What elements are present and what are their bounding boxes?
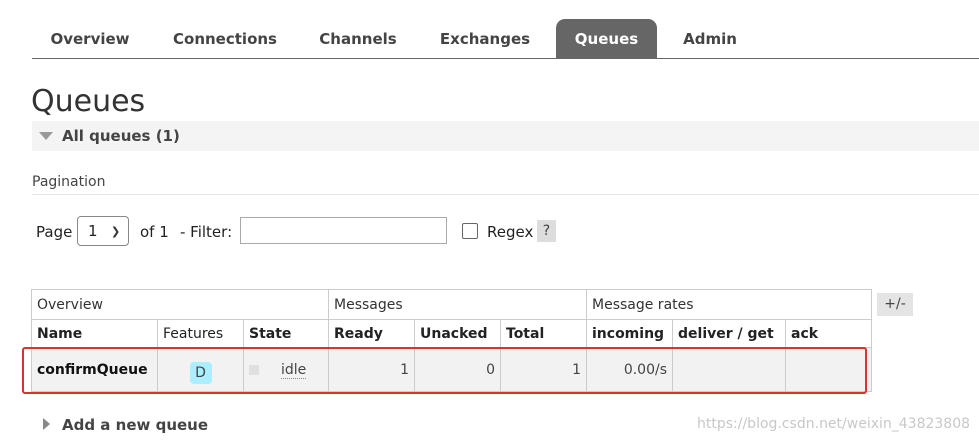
page-count-label: of 1 <box>140 223 169 241</box>
column-header-incoming[interactable]: incoming <box>586 319 673 348</box>
table-row[interactable]: confirmQueue D idle 1 0 1 0.00/s <box>31 347 872 392</box>
all-queues-section-header[interactable]: All queues (1) <box>32 121 979 151</box>
toggle-columns-button[interactable]: +/- <box>877 293 913 316</box>
regex-label: Regex <box>487 223 534 241</box>
column-header-deliver-get[interactable]: deliver / get <box>672 319 786 348</box>
filter-label: - Filter: <box>180 223 233 241</box>
filter-input[interactable] <box>240 217 447 244</box>
column-header-ack[interactable]: ack <box>785 319 872 348</box>
main-nav-tabs: Overview Connections Channels Exchanges … <box>32 19 979 59</box>
page-select-value: 1 <box>88 222 98 240</box>
queues-table: Overview Messages Message rates Name Fea… <box>31 289 872 392</box>
all-queues-label: All queues (1) <box>62 127 180 145</box>
regex-checkbox[interactable] <box>462 223 478 239</box>
ready-value: 1 <box>328 347 415 392</box>
state-cell: idle <box>243 347 329 392</box>
tab-connections[interactable]: Connections <box>156 19 294 58</box>
add-queue-label: Add a new queue <box>62 416 209 434</box>
page-label: Page <box>36 223 73 241</box>
ack-rate-value <box>785 347 872 392</box>
durable-feature-badge: D <box>189 361 212 384</box>
column-group-message-rates: Message rates <box>586 289 872 320</box>
deliver-get-rate-value <box>672 347 786 392</box>
queue-name-link[interactable]: confirmQueue <box>31 347 158 392</box>
column-group-messages: Messages <box>328 289 587 320</box>
column-group-overview: Overview <box>31 289 329 320</box>
expand-triangle-icon[interactable] <box>43 418 50 430</box>
unacked-value: 0 <box>414 347 501 392</box>
state-value: idle <box>281 361 307 379</box>
column-header-state[interactable]: State <box>243 319 329 348</box>
pagination-divider <box>32 194 979 195</box>
column-header-name[interactable]: Name <box>31 319 158 348</box>
watermark: https://blog.csdn.net/weixin_43823808 <box>697 416 971 432</box>
page-title: Queues <box>31 84 146 119</box>
tab-exchanges[interactable]: Exchanges <box>422 19 548 58</box>
total-value: 1 <box>500 347 587 392</box>
chevron-down-icon: ❯ <box>111 225 121 238</box>
column-header-features: Features <box>157 319 244 348</box>
page-select[interactable]: 1 ❯ <box>77 216 129 246</box>
features-cell: D <box>157 347 244 392</box>
incoming-rate-value: 0.00/s <box>586 347 673 392</box>
regex-help-button[interactable]: ? <box>537 220 556 242</box>
tab-queues[interactable]: Queues <box>556 19 657 58</box>
pagination-heading: Pagination <box>32 174 106 190</box>
column-header-ready[interactable]: Ready <box>328 319 415 348</box>
state-indicator-icon <box>249 364 259 375</box>
tab-channels[interactable]: Channels <box>302 19 414 58</box>
tab-admin[interactable]: Admin <box>665 19 755 58</box>
column-header-total[interactable]: Total <box>500 319 587 348</box>
column-header-unacked[interactable]: Unacked <box>414 319 501 348</box>
collapse-triangle-icon[interactable] <box>39 132 53 140</box>
tab-overview[interactable]: Overview <box>32 19 148 58</box>
